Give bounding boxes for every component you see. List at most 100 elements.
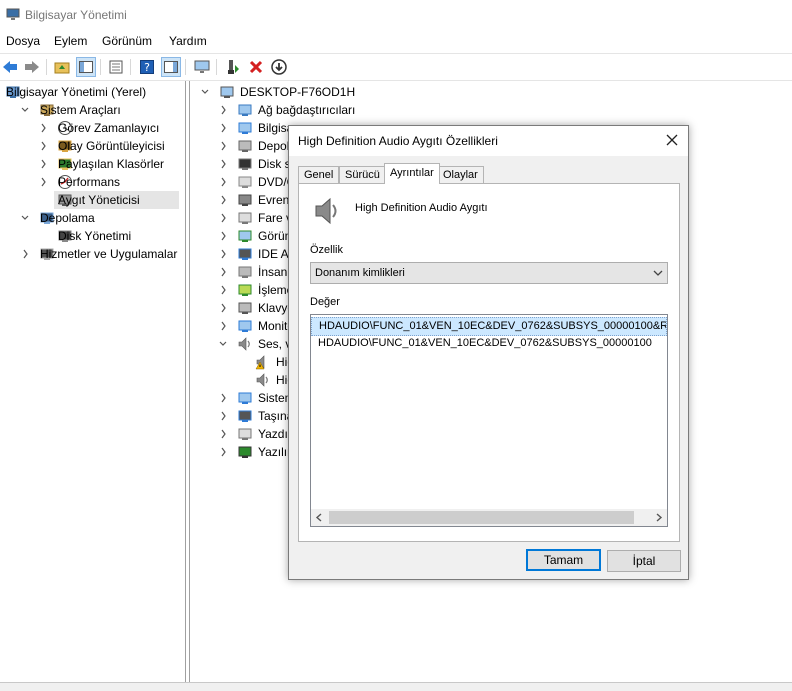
tab-genel[interactable]: Genel	[298, 166, 340, 184]
property-dropdown[interactable]: Donanım kimlikleri	[310, 262, 668, 284]
cancel-button[interactable]: İptal	[607, 550, 681, 572]
toolbar-separator	[130, 59, 131, 75]
chevron-right-icon[interactable]	[218, 299, 228, 317]
action-pane-icon	[164, 61, 178, 73]
window-title: Bilgisayar Yönetimi	[25, 8, 127, 22]
up-folder-icon	[54, 62, 70, 74]
tree-item-label: Depolama	[40, 211, 95, 225]
toolbar-separator	[216, 59, 217, 75]
chevron-right-icon[interactable]	[218, 425, 228, 443]
console-tree-pane[interactable]: Bilgisayar Yönetimi (Yerel) Sistem Araçla…	[0, 81, 186, 682]
show-action-pane-button[interactable]	[161, 57, 181, 77]
update-driver-icon	[228, 60, 239, 74]
scrollbar-thumb[interactable]	[329, 511, 634, 524]
properties-button[interactable]	[106, 57, 126, 77]
chevron-down-icon	[653, 270, 663, 276]
list-item[interactable]: HDAUDIO\FUNC_01&VEN_10EC&DEV_0762&SUBSYS…	[311, 335, 667, 352]
tab-ayrintilar[interactable]: Ayrıntılar	[384, 163, 440, 184]
chevron-right-icon[interactable]	[20, 245, 30, 263]
tab-olaylar[interactable]: Olaylar	[437, 166, 484, 184]
chevron-right-icon[interactable]	[218, 209, 228, 227]
speaker-icon	[315, 197, 337, 225]
console-tree-icon	[79, 61, 93, 73]
close-icon[interactable]	[664, 132, 680, 148]
help-icon: ?	[140, 60, 154, 74]
speaker-warning-icon	[255, 354, 271, 370]
chevron-right-icon[interactable]	[38, 119, 48, 137]
chevron-right-icon[interactable]	[218, 137, 228, 155]
menu-bar: Dosya Eylem Görünüm Yardım	[0, 31, 792, 51]
chevron-right-icon[interactable]	[218, 443, 228, 461]
back-arrow-icon	[3, 61, 17, 73]
toolbar-separator	[185, 59, 186, 75]
dialog-title: High Definition Audio Aygıtı Özellikleri	[298, 134, 498, 148]
chevron-right-icon[interactable]	[218, 281, 228, 299]
disable-device-button[interactable]	[269, 57, 289, 77]
printer-icon	[237, 426, 253, 442]
chevron-right-icon[interactable]	[38, 155, 48, 173]
chevron-down-icon[interactable]	[20, 209, 30, 227]
tree-item-label: Bilgisayar Yönetimi (Yerel)	[6, 85, 147, 99]
system-device-icon	[237, 390, 253, 406]
list-item[interactable]: HDAUDIO\FUNC_01&VEN_10EC&DEV_0762&SUBSYS…	[311, 317, 667, 336]
menu-yardim[interactable]: Yardım	[169, 34, 207, 48]
help-button[interactable]: ?	[137, 57, 157, 77]
menu-dosya[interactable]: Dosya	[6, 34, 40, 48]
chevron-right-icon[interactable]	[218, 155, 228, 173]
display-adapter-icon	[237, 228, 253, 244]
ok-button[interactable]: Tamam	[526, 549, 601, 571]
menu-eylem[interactable]: Eylem	[54, 34, 87, 48]
forward-button[interactable]	[22, 57, 42, 77]
tree-item-label: Paylaşılan Klasörler	[58, 157, 165, 171]
svg-text:?: ?	[144, 61, 150, 74]
chevron-down-icon[interactable]	[200, 83, 210, 101]
keyboard-icon	[237, 300, 253, 316]
monitor-icon	[237, 318, 253, 334]
chevron-right-icon[interactable]	[218, 407, 228, 425]
monitor-scan-icon	[194, 60, 210, 73]
speaker-icon	[255, 372, 271, 388]
network-icon	[237, 102, 253, 118]
value-listbox[interactable]: HDAUDIO\FUNC_01&VEN_10EC&DEV_0762&SUBSYS…	[310, 314, 668, 527]
horizontal-scrollbar[interactable]	[311, 509, 667, 526]
mouse-icon	[237, 210, 253, 226]
chevron-down-icon[interactable]	[20, 101, 30, 119]
update-driver-button[interactable]	[223, 57, 243, 77]
chevron-right-icon[interactable]	[218, 263, 228, 281]
scan-hardware-button[interactable]	[192, 57, 212, 77]
property-label: Özellik	[310, 244, 344, 256]
chevron-right-icon[interactable]	[38, 173, 48, 191]
tab-surucu[interactable]: Sürücü	[339, 166, 386, 184]
chevron-right-icon[interactable]	[218, 119, 228, 137]
download-circle-icon	[271, 59, 287, 75]
chevron-right-icon[interactable]	[218, 389, 228, 407]
back-button[interactable]	[0, 57, 20, 77]
scroll-left-icon[interactable]	[315, 513, 323, 522]
tree-item-label: Hizmetler ve Uygulamalar	[40, 247, 178, 261]
software-device-icon	[237, 444, 253, 460]
uninstall-device-button[interactable]	[246, 57, 266, 77]
red-x-icon	[249, 60, 263, 74]
chevron-right-icon[interactable]	[38, 137, 48, 155]
value-label: Değer	[310, 296, 340, 308]
storage-controller-icon	[237, 138, 253, 154]
tree-item-label: DESKTOP-F76OD1H	[240, 85, 356, 99]
scroll-right-icon[interactable]	[655, 513, 663, 522]
up-folder-button[interactable]	[52, 57, 72, 77]
chevron-right-icon[interactable]	[218, 173, 228, 191]
tree-item-label: Aygıt Yöneticisi	[58, 193, 140, 207]
chevron-right-icon[interactable]	[218, 245, 228, 263]
menu-gorunum[interactable]: Görünüm	[102, 34, 152, 48]
chevron-down-icon[interactable]	[218, 335, 228, 353]
dialog-title-bar: High Definition Audio Aygıtı Özellikleri	[289, 126, 688, 156]
chevron-right-icon[interactable]	[218, 317, 228, 335]
dvd-icon	[237, 174, 253, 190]
device-name: High Definition Audio Aygıtı	[355, 202, 488, 214]
show-hide-console-tree-button[interactable]	[76, 57, 96, 77]
speaker-icon	[237, 336, 253, 352]
tree-item-label: Olay Görüntüleyicisi	[58, 139, 165, 153]
chevron-right-icon[interactable]	[218, 191, 228, 209]
chevron-right-icon[interactable]	[218, 101, 228, 119]
properties-icon	[109, 60, 123, 74]
chevron-right-icon[interactable]	[218, 227, 228, 245]
